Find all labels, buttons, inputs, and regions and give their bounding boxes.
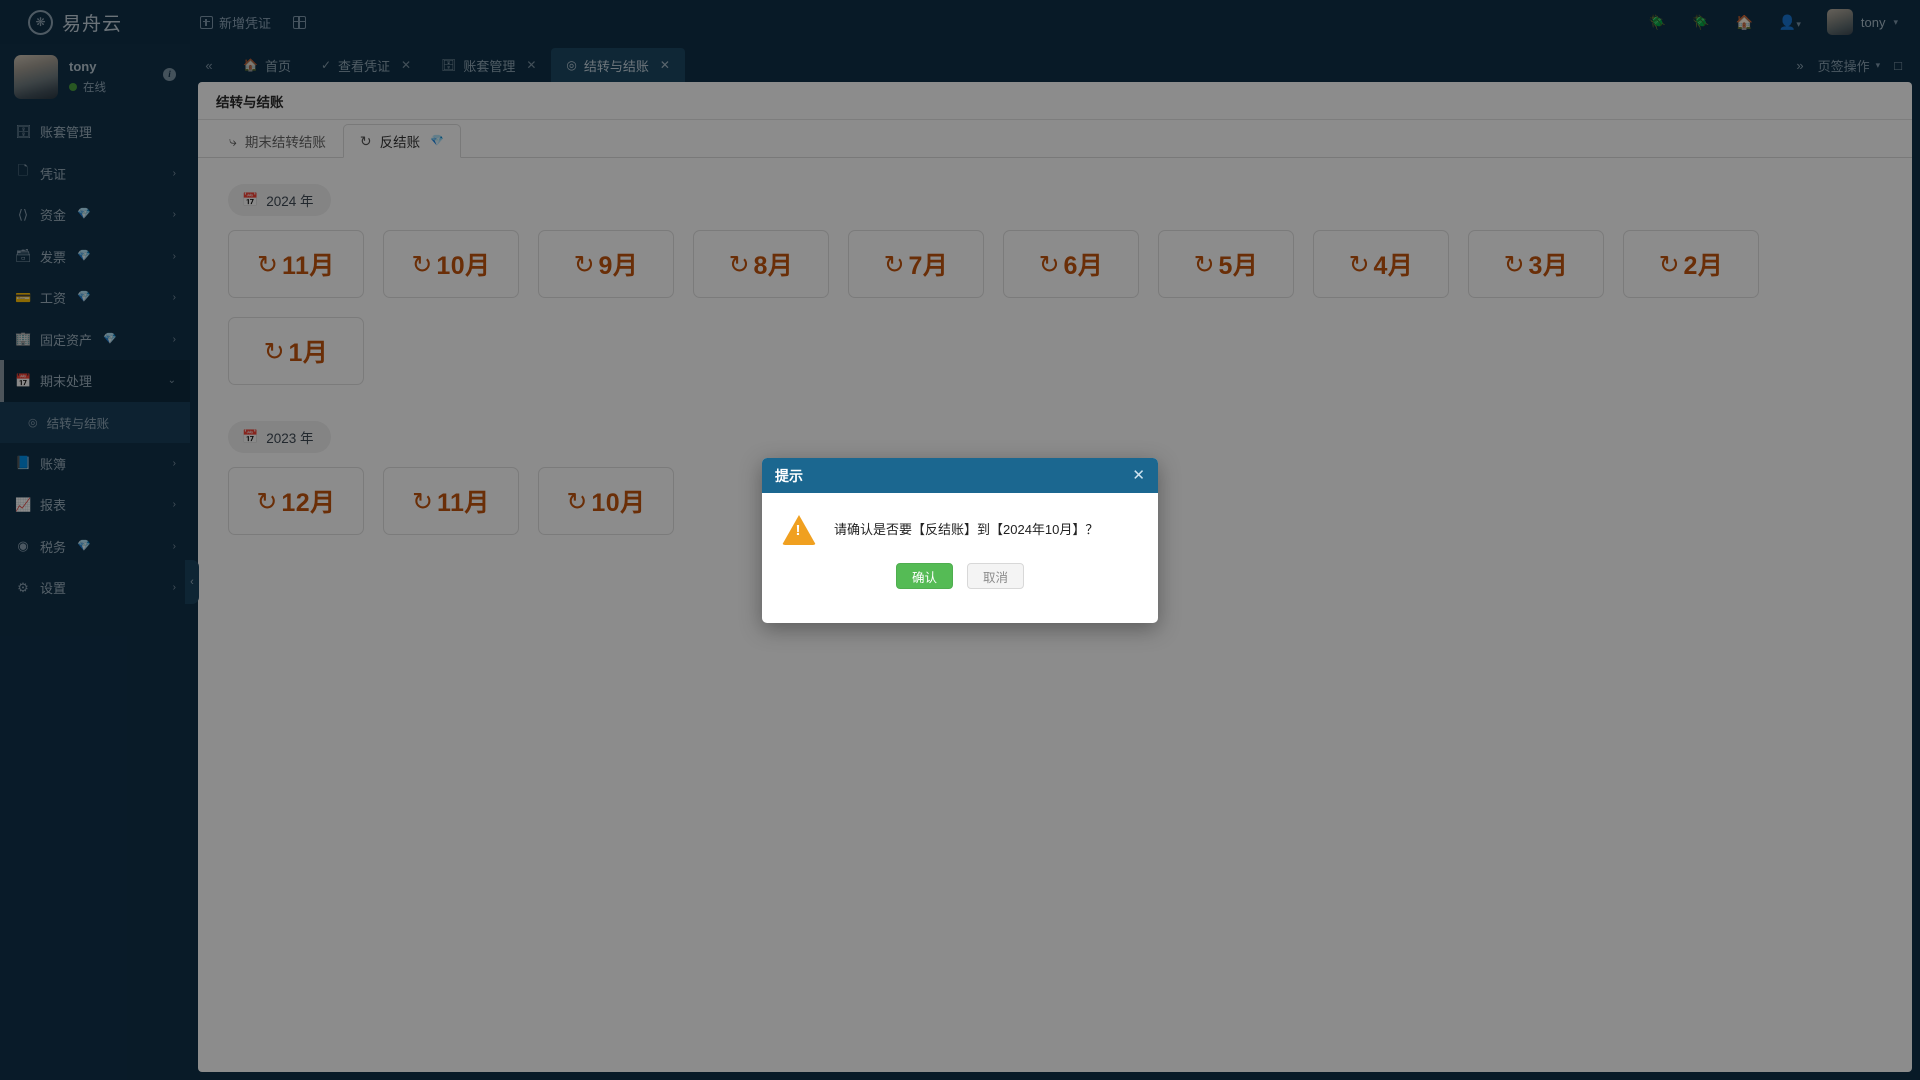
- warning-triangle-icon: [782, 515, 816, 545]
- cancel-button[interactable]: 取消: [967, 563, 1024, 589]
- dialog-footer: 确认 取消: [762, 555, 1158, 589]
- confirm-dialog: 提示 ✕ 请确认是否要【反结账】到【2024年10月】？ 确认 取消: [762, 458, 1158, 623]
- dialog-body: 请确认是否要【反结账】到【2024年10月】？: [762, 493, 1158, 555]
- dialog-message: 请确认是否要【反结账】到【2024年10月】？: [834, 522, 1099, 538]
- dialog-title: 提示: [775, 467, 803, 484]
- dialog-header: 提示 ✕: [762, 458, 1158, 493]
- close-icon[interactable]: ✕: [1132, 468, 1145, 483]
- app-root: ❋ 易舟云 新增凭证 🪲 🪲 🏠 👤▾ tony ▾ tony 在线 i 🗄 账…: [0, 0, 1920, 1080]
- confirm-button[interactable]: 确认: [896, 563, 953, 589]
